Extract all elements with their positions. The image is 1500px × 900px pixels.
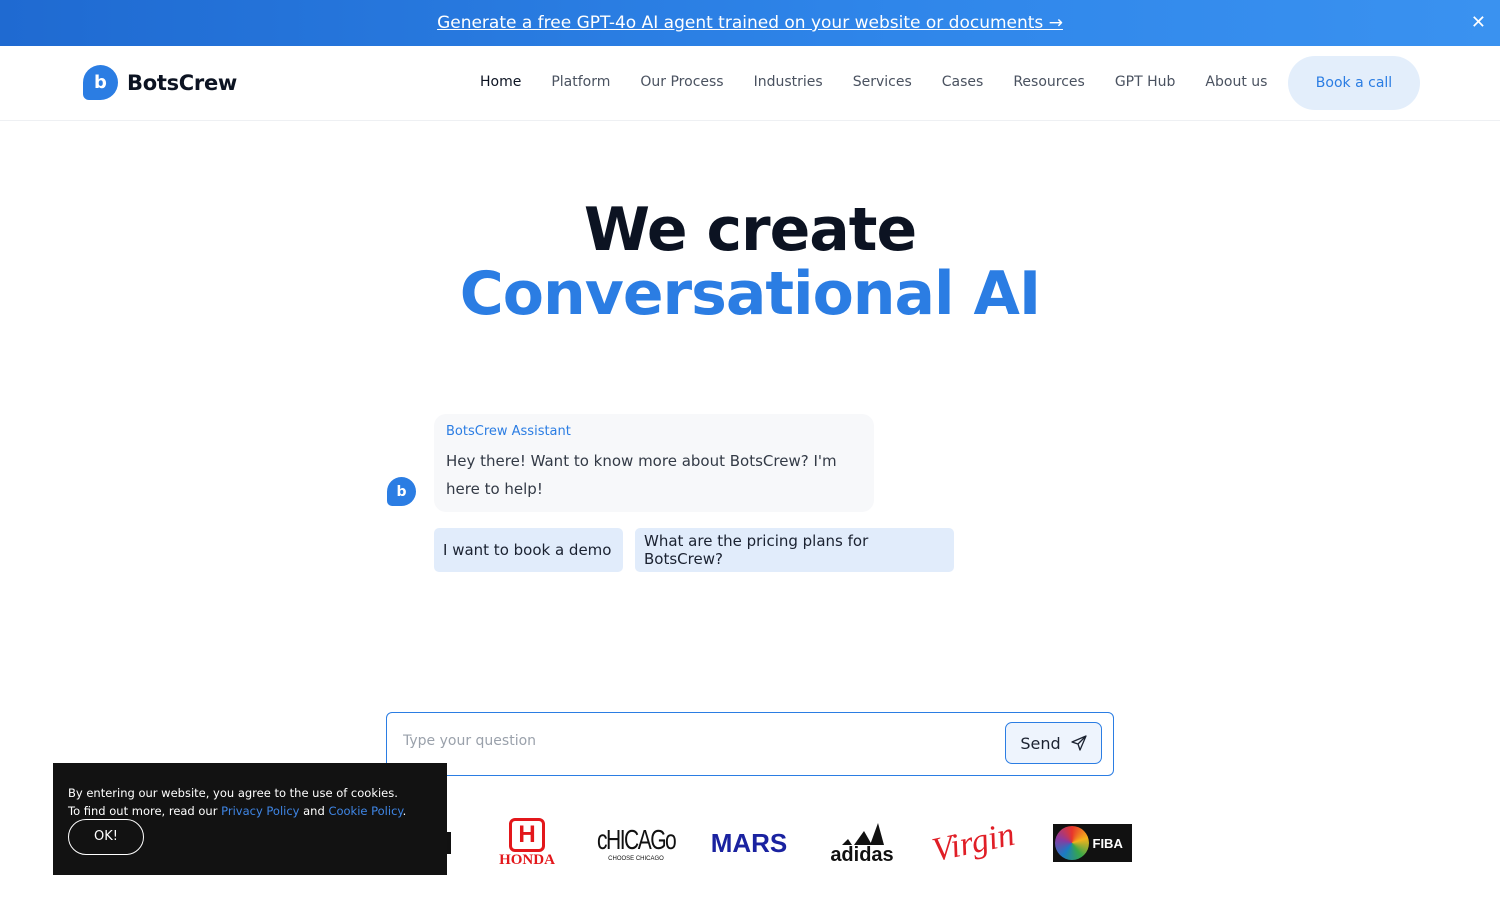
nav-resources[interactable]: Resources <box>1013 74 1085 90</box>
paper-plane-icon <box>1070 735 1087 751</box>
assistant-message: BotsCrew Assistant Hey there! Want to kn… <box>434 414 874 512</box>
promo-banner: Generate a free GPT-4o AI agent trained … <box>0 0 1500 46</box>
logo-chicago: cHICAGo CHOOSE CHICAGO <box>596 824 677 862</box>
cookie-end: . <box>402 804 407 818</box>
nav-our-process[interactable]: Our Process <box>640 74 723 90</box>
logo-mars: MARS <box>710 827 788 858</box>
cookie-prefix: To find out more, read our <box>68 804 222 818</box>
privacy-policy-link[interactable]: Privacy Policy <box>221 804 299 818</box>
adidas-stripes-icon <box>842 823 884 845</box>
hero-title: We create Conversational AI <box>0 198 1500 326</box>
assistant-avatar: b <box>387 477 416 506</box>
hero-line-1: We create <box>583 195 917 265</box>
suggestion-book-demo[interactable]: I want to book a demo <box>434 528 623 572</box>
cookie-text-1: By entering our website, you agree to th… <box>68 786 398 800</box>
cookie-policy-link[interactable]: Cookie Policy <box>328 804 402 818</box>
cookie-and: and <box>299 804 329 818</box>
cookie-ok-button[interactable]: OK! <box>68 819 144 855</box>
logo-honda: H HONDA <box>488 812 566 874</box>
sender-name: BotsCrew Assistant <box>446 424 571 439</box>
logo-fiba: FIBA <box>1052 812 1132 874</box>
nav-about-us[interactable]: About us <box>1205 74 1267 90</box>
question-input[interactable] <box>403 733 983 749</box>
hero-line-2: Conversational AI <box>459 259 1041 329</box>
chat-input-box: Send <box>386 712 1114 776</box>
nav-services[interactable]: Services <box>853 74 912 90</box>
message-text: Hey there! Want to know more about BotsC… <box>446 452 837 498</box>
send-label: Send <box>1020 733 1061 753</box>
nav-industries[interactable]: Industries <box>754 74 823 90</box>
botscrew-logo-icon: b <box>83 65 118 100</box>
send-button[interactable]: Send <box>1005 722 1102 764</box>
logo[interactable]: b BotsCrew <box>83 65 237 100</box>
logo-virgin: Virgin <box>929 815 1019 870</box>
suggestion-pricing[interactable]: What are the pricing plans for BotsCrew? <box>635 528 954 572</box>
promo-link[interactable]: Generate a free GPT-4o AI agent trained … <box>437 13 1063 33</box>
close-icon[interactable]: ✕ <box>1471 12 1486 33</box>
main-menu: Home Platform Our Process Industries Ser… <box>480 74 1297 90</box>
book-a-call-button[interactable]: Book a call <box>1288 56 1420 110</box>
nav-platform[interactable]: Platform <box>551 74 610 90</box>
logo-adidas: adidas <box>824 812 900 874</box>
nav-cases[interactable]: Cases <box>942 74 984 90</box>
top-nav: b BotsCrew Home Platform Our Process Ind… <box>0 46 1500 121</box>
nav-home[interactable]: Home <box>480 74 521 90</box>
logo-text: BotsCrew <box>127 70 237 95</box>
cookie-text-2: To find out more, read our Privacy Polic… <box>68 802 432 820</box>
cookie-banner: By entering our website, you agree to th… <box>53 763 447 875</box>
nav-gpt-hub[interactable]: GPT Hub <box>1115 74 1176 90</box>
